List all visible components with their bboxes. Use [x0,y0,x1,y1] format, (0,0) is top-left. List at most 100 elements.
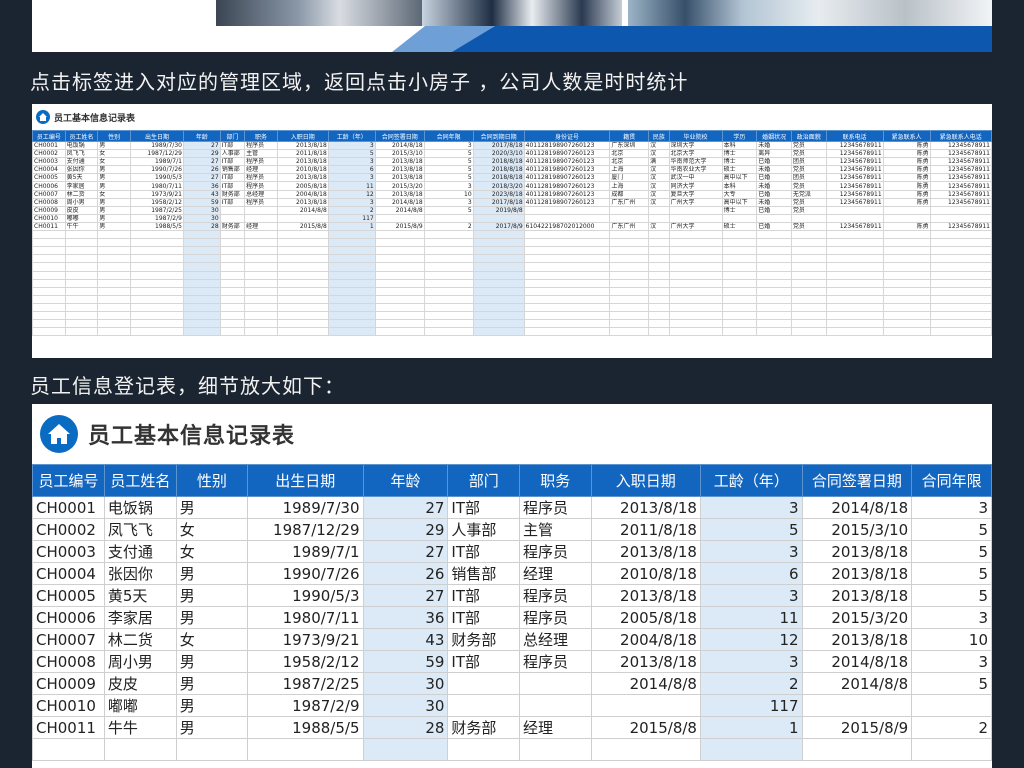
table-cell[interactable] [276,262,329,272]
table-row[interactable] [32,238,992,248]
table-cell[interactable] [756,302,792,312]
table-cell[interactable]: 男 [175,606,249,629]
table-cell[interactable] [648,238,670,248]
table-cell[interactable]: 程序员 [244,181,278,191]
table-cell[interactable] [756,262,792,272]
table-cell[interactable] [129,310,184,321]
table-cell[interactable]: 党员 [790,197,827,207]
table-cell[interactable] [790,327,827,337]
table-cell[interactable]: IT部 [219,157,246,167]
table-cell[interactable] [423,262,474,272]
column-header-id[interactable]: 员工编号 [32,130,66,142]
table-cell[interactable] [668,213,723,223]
table-cell[interactable]: IT部 [219,173,246,183]
table-cell[interactable] [668,238,723,248]
table-cell[interactable]: 同济大学 [668,181,723,191]
table-cell[interactable]: 2017/8/18 [472,197,525,207]
table-cell[interactable]: 5 [423,149,474,159]
table-cell[interactable]: 1980/7/11 [247,606,364,629]
table-cell[interactable]: 李家居 [103,606,177,629]
table-cell[interactable] [129,246,184,256]
table-cell[interactable] [929,294,992,304]
table-cell[interactable]: 12 [327,189,376,199]
table-cell[interactable] [32,254,66,264]
table-cell[interactable]: 已婚 [756,189,792,199]
table-cell[interactable]: 支付通 [64,157,99,167]
table-cell[interactable]: 12345678911 [929,221,992,232]
table-cell[interactable] [882,213,931,223]
column-header-dept[interactable]: 部门 [447,464,520,497]
table-cell[interactable]: 11 [327,181,376,191]
table-cell[interactable]: CH0004 [32,562,105,585]
column-header-contract-end[interactable]: 合同到期日期 [472,130,525,142]
table-cell[interactable]: 已婚 [756,157,792,167]
table-cell[interactable] [219,302,246,312]
table-cell[interactable]: 2015/3/20 [801,606,913,629]
column-header-hire[interactable]: 入职日期 [590,464,701,497]
table-cell[interactable]: 2015/3/20 [374,181,425,191]
table-cell[interactable]: 大专 [721,189,758,199]
table-cell[interactable] [182,246,221,256]
table-cell[interactable]: 27 [362,540,449,563]
table-cell[interactable] [609,310,650,321]
table-cell[interactable]: 3 [699,540,803,563]
table-cell[interactable] [219,310,246,321]
table-cell[interactable]: 3 [699,650,803,673]
table-cell[interactable] [182,294,221,304]
table-cell[interactable]: 陈勇 [882,165,931,175]
table-cell[interactable] [929,238,992,248]
column-header-hire[interactable]: 入职日期 [276,130,329,142]
table-cell[interactable] [129,319,184,329]
table-cell[interactable]: 凤飞飞 [103,518,177,541]
table-cell[interactable] [721,319,758,329]
table-cell[interactable] [276,310,329,321]
table-row[interactable]: CH0006 李家居男 1980/7/11 36 IT部 程序员 2005/8/18 11 20… [32,606,992,629]
table-cell[interactable] [447,694,520,717]
table-row[interactable]: CH0010 嘟嘟男 1987/2/9 30 117 [32,213,992,223]
table-cell[interactable]: 29 [182,149,221,159]
table-cell[interactable] [668,230,723,240]
table-row[interactable]: CH0004 张因你男 1990/7/26 26 销售部 经理 2010/8/18 6 2013… [32,165,992,175]
table-cell[interactable]: 2010/8/18 [590,562,701,585]
table-cell[interactable]: 27 [182,140,221,151]
table-cell[interactable]: CH0011 [32,716,105,739]
table-cell[interactable] [518,672,592,695]
table-cell[interactable]: 男 [97,140,131,151]
table-cell[interactable] [374,254,425,264]
table-cell[interactable] [668,205,723,215]
table-cell[interactable] [882,286,931,296]
table-cell[interactable]: 2014/8/8 [590,672,701,695]
table-cell[interactable]: 5 [423,157,474,167]
table-cell[interactable]: 5 [423,165,474,175]
column-header-emergency-phone[interactable]: 紧急联系人电话 [929,130,992,142]
table-cell[interactable] [523,302,611,312]
table-cell[interactable]: 2015/3/10 [374,149,425,159]
table-cell[interactable]: 周小男 [64,197,99,207]
table-cell[interactable] [219,286,246,296]
column-header-birth[interactable]: 出生日期 [247,464,364,497]
table-cell[interactable]: 2014/8/18 [801,650,913,673]
table-row[interactable]: CH0002 凤飞飞女 1987/12/29 29 人事部 主管 2011/8/18 5 201… [32,149,992,159]
table-cell[interactable]: 无党派 [790,189,827,199]
table-cell[interactable]: 3 [327,197,376,207]
table-cell[interactable]: 汉 [648,181,670,191]
table-cell[interactable] [929,327,992,337]
table-cell[interactable] [276,230,329,240]
table-row[interactable] [32,230,992,240]
table-cell[interactable]: IT部 [447,584,520,607]
table-cell[interactable] [244,302,278,312]
table-cell[interactable]: 男 [97,165,131,175]
table-cell[interactable]: 已婚 [756,205,792,215]
column-header-school[interactable]: 毕业院校 [668,130,723,142]
table-cell[interactable] [32,278,66,288]
table-cell[interactable] [472,294,525,304]
table-cell[interactable] [244,213,278,223]
table-cell[interactable] [219,327,246,337]
table-cell[interactable]: 3 [327,157,376,167]
table-cell[interactable]: 610422198702012000 [523,221,611,232]
table-cell[interactable]: 1987/2/25 [247,672,364,695]
table-cell[interactable]: 广东深圳 [609,140,650,151]
table-cell[interactable] [64,262,99,272]
table-cell[interactable] [648,213,670,223]
table-cell[interactable] [374,319,425,329]
